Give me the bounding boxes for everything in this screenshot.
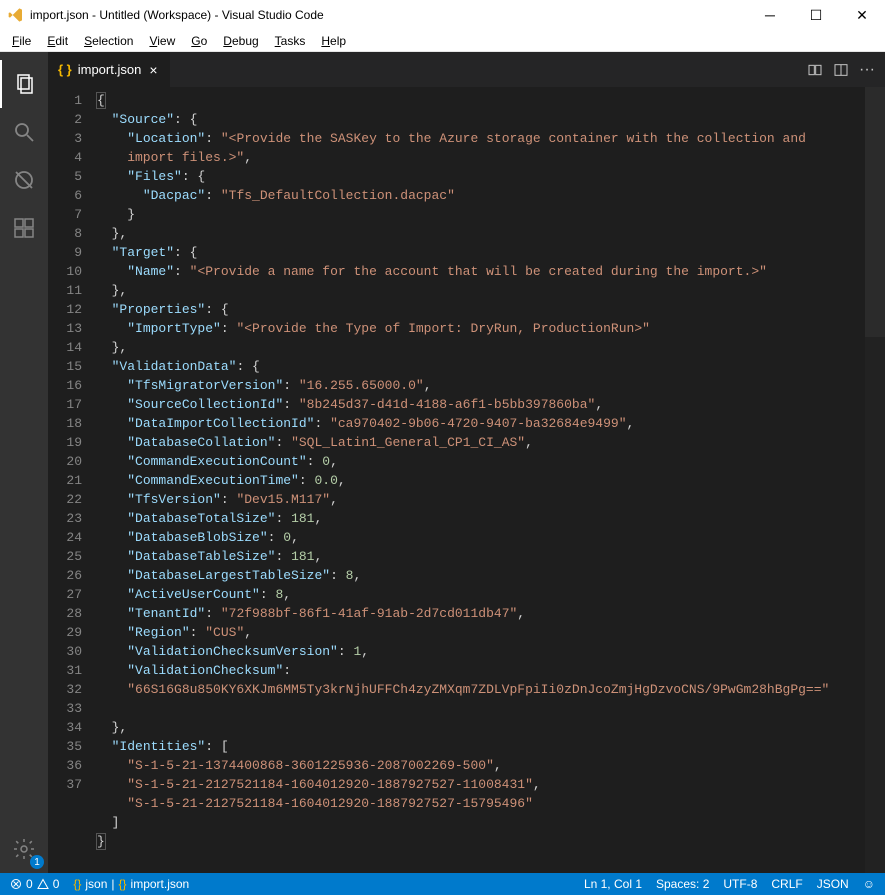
status-bar: 0 0 {}json | {}import.json Ln 1, Col 1 S… bbox=[0, 873, 885, 895]
menu-edit[interactable]: Edit bbox=[39, 32, 76, 50]
window-maximize-button[interactable]: ☐ bbox=[793, 0, 839, 30]
status-indentation[interactable]: Spaces: 2 bbox=[656, 877, 709, 891]
menu-view[interactable]: View bbox=[141, 32, 183, 50]
menu-help[interactable]: Help bbox=[313, 32, 354, 50]
explorer-icon[interactable] bbox=[0, 60, 48, 108]
tab-label: import.json bbox=[78, 62, 142, 77]
status-eol[interactable]: CRLF bbox=[771, 877, 802, 891]
menubar: File Edit Selection View Go Debug Tasks … bbox=[0, 30, 885, 52]
status-file-path[interactable]: {}json | {}import.json bbox=[73, 877, 189, 891]
search-icon[interactable] bbox=[0, 108, 48, 156]
window-minimize-button[interactable]: ─ bbox=[747, 0, 793, 30]
compare-changes-icon[interactable] bbox=[807, 62, 823, 78]
json-file-icon: { } bbox=[58, 62, 72, 77]
window-close-button[interactable]: ✕ bbox=[839, 0, 885, 30]
activity-bar bbox=[0, 52, 48, 873]
minimap[interactable] bbox=[865, 87, 885, 873]
status-encoding[interactable]: UTF-8 bbox=[723, 877, 757, 891]
status-cursor-position[interactable]: Ln 1, Col 1 bbox=[584, 877, 642, 891]
settings-icon[interactable] bbox=[0, 825, 48, 873]
menu-debug[interactable]: Debug bbox=[215, 32, 266, 50]
code-content[interactable]: { "Source": { "Location": "<Provide the … bbox=[96, 87, 885, 873]
status-feedback-icon[interactable]: ☺ bbox=[863, 877, 875, 891]
debug-icon[interactable] bbox=[0, 156, 48, 204]
titlebar: import.json - Untitled (Workspace) - Vis… bbox=[0, 0, 885, 30]
menu-file[interactable]: File bbox=[4, 32, 39, 50]
split-editor-icon[interactable] bbox=[833, 62, 849, 78]
status-language[interactable]: JSON bbox=[817, 877, 849, 891]
editor-area[interactable]: 1234567891011121314151617181920212223242… bbox=[48, 87, 885, 873]
line-number-gutter: 1234567891011121314151617181920212223242… bbox=[48, 87, 96, 873]
more-actions-icon[interactable]: ··· bbox=[859, 61, 875, 79]
vscode-logo-icon bbox=[8, 7, 24, 23]
menu-selection[interactable]: Selection bbox=[76, 32, 141, 50]
tab-close-icon[interactable]: × bbox=[147, 62, 159, 78]
menu-tasks[interactable]: Tasks bbox=[267, 32, 314, 50]
editor-tabs: { } import.json × ··· bbox=[48, 52, 885, 87]
window-title: import.json - Untitled (Workspace) - Vis… bbox=[30, 8, 747, 22]
menu-go[interactable]: Go bbox=[183, 32, 215, 50]
status-problems[interactable]: 0 0 bbox=[10, 877, 59, 891]
tab-import-json[interactable]: { } import.json × bbox=[48, 52, 170, 87]
extensions-icon[interactable] bbox=[0, 204, 48, 252]
